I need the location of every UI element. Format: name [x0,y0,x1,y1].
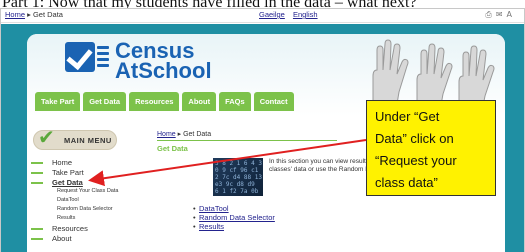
photo-text-row: 5 8 2 1 6 4 3 [215,160,262,167]
language-switcher: Gaeilge English [259,10,324,19]
nav-tab-take-part[interactable]: Take Part [35,92,81,111]
nav-tab-faqs[interactable]: FAQs [219,92,251,111]
photo-text-row: 6 1 f2 7a 0b [215,188,259,195]
sidebar-menu: Home Take Part Get Data Request Your Cla… [27,158,147,244]
language-link-english[interactable]: English [293,10,318,19]
sidebar-item-get-data[interactable]: Get Data [27,178,147,188]
nav-tab-get-data[interactable]: Get Data [83,92,127,111]
sidebar-item-label: About [52,234,72,243]
photo-text-row: 0 9 cf 96 c1 [215,167,259,174]
sidebar-item-label: Resources [52,224,88,233]
sidebar-subitem-datatool[interactable]: DataTool [27,197,147,206]
sidebar-item-take-part[interactable]: Take Part [27,168,147,178]
link-random-data-selector[interactable]: Random Data Selector [193,213,275,222]
data-screen-photo: 5 8 2 1 6 4 3 0 9 cf 96 c1 2 7c d4 88 13… [213,158,263,196]
menu-dash-icon [31,228,43,230]
sidebar-item-label: Get Data [52,178,83,187]
sidebar-subitem-random-data-selector[interactable]: Random Data Selector [27,206,147,215]
instruction-callout: Under “Get Data” click on “Request your … [366,100,496,196]
email-icon[interactable]: ✉ [496,10,507,19]
top-breadcrumb-separator: ▸ [25,10,33,19]
top-breadcrumb-home-link[interactable]: Home [5,10,25,19]
logo-text-atschool[interactable]: AtSchool [115,58,212,84]
content-link-list: DataTool Random Data Selector Results [193,204,275,231]
sidebar-item-home[interactable]: Home [27,158,147,168]
nav-tab-contact[interactable]: Contact [253,92,294,111]
link-results[interactable]: Results [193,222,275,231]
callout-line: “Request your [375,153,457,168]
page-heading: Get Data [157,144,188,153]
browser-top-bar: Home ▸ Get Data Gaeilge English ⎙✉A [1,9,524,23]
top-breadcrumb: Home ▸ Get Data [5,10,63,19]
sidebar-subitem-results[interactable]: Results [27,215,147,224]
sidebar: ✔ MAIN MENU Home Take Part Get Data Requ… [27,125,147,250]
content-breadcrumb-home-link[interactable]: Home [157,131,176,138]
census-logo-lines-icon [97,46,109,70]
content-divider [157,140,337,141]
sidebar-item-resources[interactable]: Resources [27,224,147,234]
sidebar-item-label: Home [52,158,73,167]
callout-line: Under “Get [375,109,440,124]
photo-text-row: 2 7c d4 88 13 [215,174,262,181]
main-nav: Take Part Get Data Resources About FAQs … [35,92,294,111]
photo-text-row: e3 9c d8 d9 [215,181,255,188]
nav-tab-about[interactable]: About [182,92,217,111]
font-size-icon[interactable]: A [507,10,516,19]
green-check-icon: ✔ [38,125,55,149]
sidebar-item-about[interactable]: About [27,234,147,244]
page-tool-icons: ⎙✉A [485,10,516,20]
content-breadcrumb: Home ▸ Get Data [157,130,211,138]
main-menu-title: MAIN MENU [64,136,112,145]
callout-line: class data” [375,175,438,190]
nav-tab-resources[interactable]: Resources [129,92,180,111]
top-breadcrumb-current: Get Data [32,10,63,19]
content-breadcrumb-separator: ▸ [175,131,184,138]
menu-dash-icon [31,238,43,240]
sidebar-subitem-request-class-data[interactable]: Request Your Class Data [27,188,147,197]
census-logo-check-icon[interactable] [65,42,95,72]
language-link-gaeilge[interactable]: Gaeilge [259,10,285,19]
menu-dash-icon [31,182,43,184]
print-icon[interactable]: ⎙ [485,10,495,19]
callout-line: Data” click on [375,131,454,146]
sidebar-item-label: Take Part [52,168,84,177]
menu-dash-icon [31,162,43,164]
main-menu-badge: ✔ MAIN MENU [33,125,117,150]
link-datatool[interactable]: DataTool [193,204,275,213]
menu-dash-icon [31,172,43,174]
content-breadcrumb-current: Get Data [183,131,212,138]
